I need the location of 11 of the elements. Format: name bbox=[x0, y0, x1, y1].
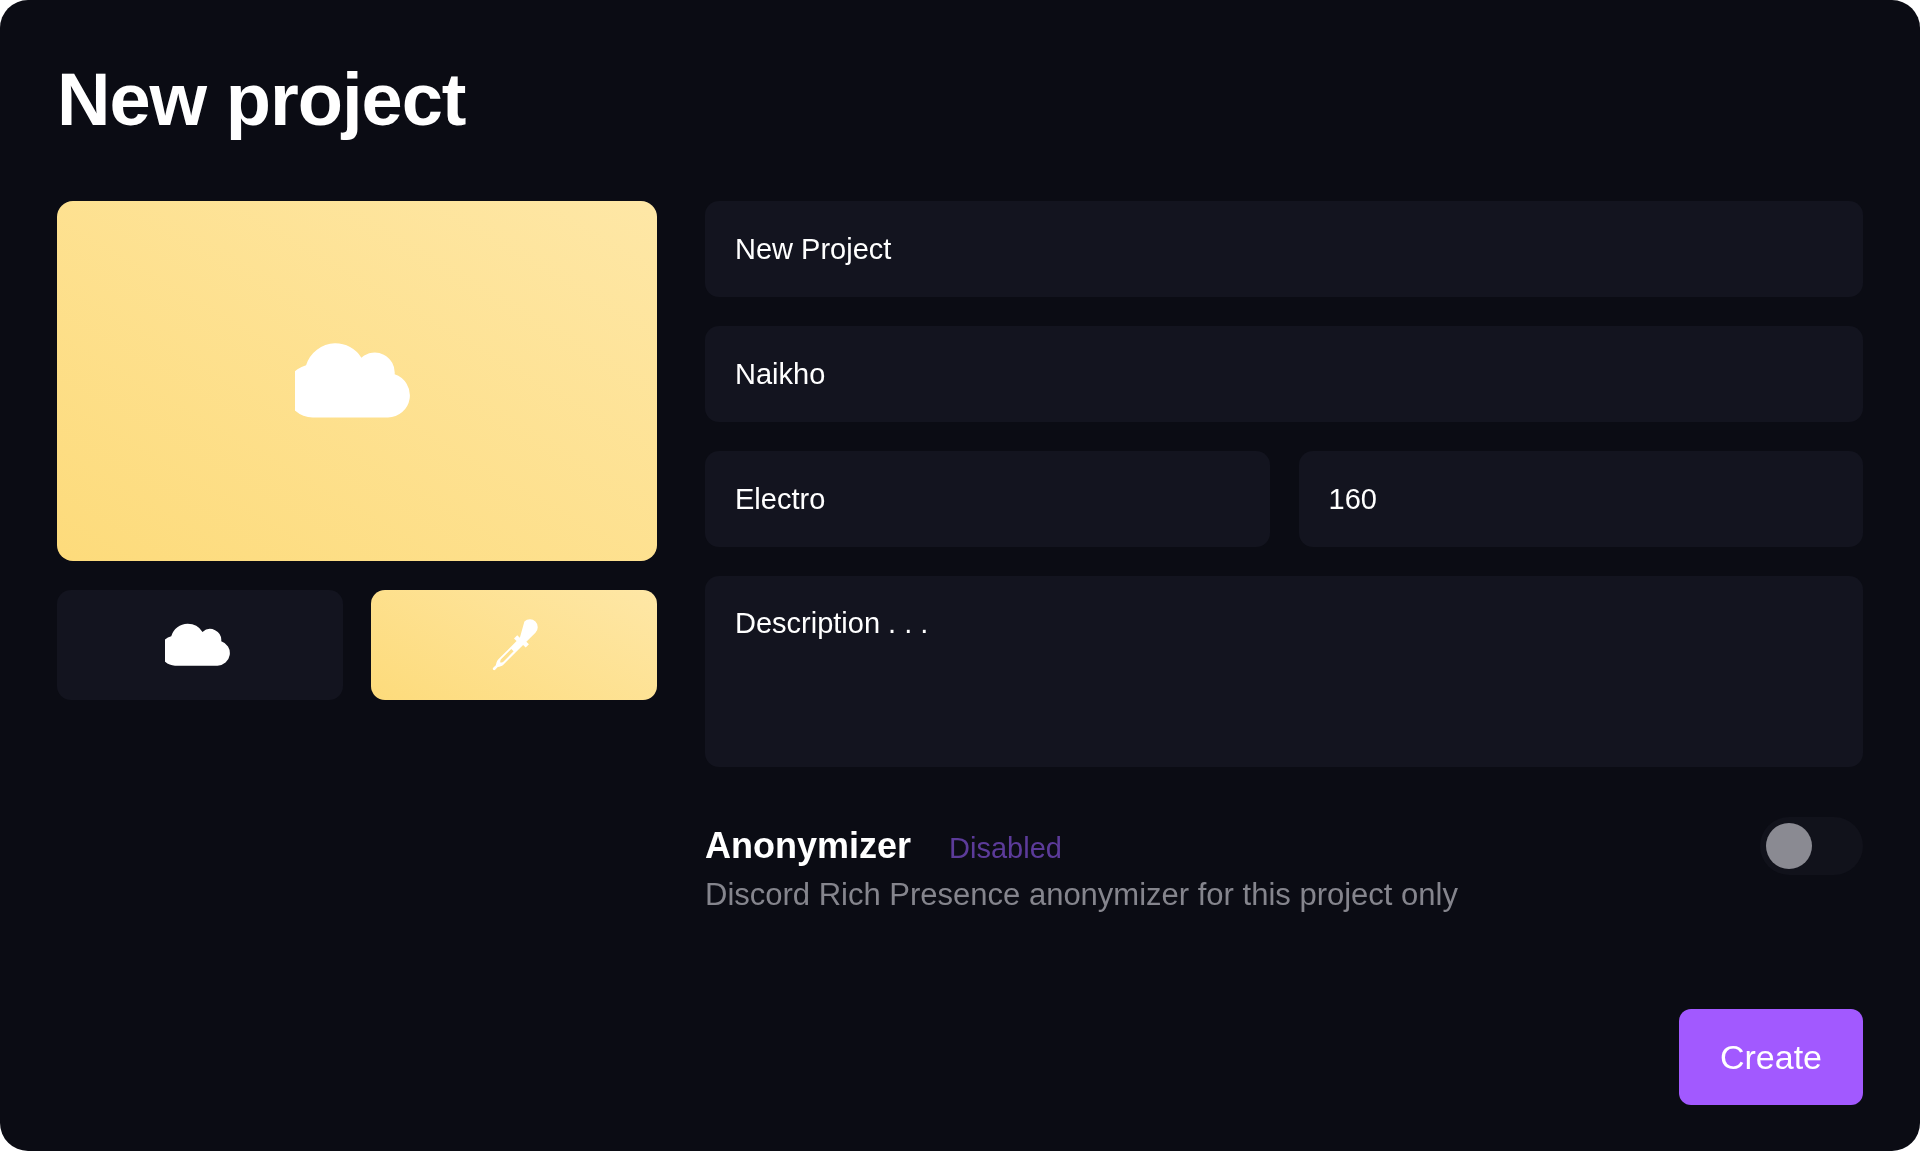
text-field[interactable]: 160 bbox=[1298, 451, 1863, 547]
cloud-option[interactable] bbox=[57, 590, 343, 700]
text-field[interactable]: Naikho bbox=[705, 326, 1863, 422]
setting-description: Discord Rich Presence anonymizer for this project only bbox=[705, 877, 1459, 913]
dialog-title: New project bbox=[57, 58, 466, 142]
description-field[interactable]: Description . . . bbox=[705, 576, 1863, 767]
create-button[interactable]: Create bbox=[1679, 1009, 1863, 1105]
text-field[interactable]: New Project bbox=[705, 201, 1863, 297]
status-label: Disabled bbox=[949, 832, 1062, 865]
text-field[interactable]: Electro bbox=[705, 451, 1270, 547]
setting-title: Anonymizer bbox=[705, 825, 912, 867]
